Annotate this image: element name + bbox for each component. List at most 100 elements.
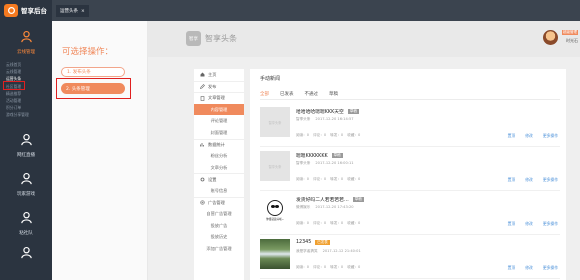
stat-fav: 收藏：0	[347, 265, 361, 269]
home-icon	[200, 72, 205, 77]
edit-link[interactable]: 修改	[525, 265, 533, 271]
more-link[interactable]: 更多操作	[543, 177, 558, 183]
article-meta: 微博娱乐 2017-12-20 17:43:20	[296, 205, 354, 210]
status-badge: 草稿	[352, 197, 364, 202]
subnav-item[interactable]: 精选推荐	[6, 90, 52, 97]
toutiao-panel: 智享 智享头条 超级管理 时光石 主页 发布 文章管理 内容管理 评论管理 封面…	[148, 21, 580, 280]
meme-caption: 你懂就是好啦~	[266, 217, 284, 221]
article-meta: 智享头条 2017-12-20 16:14:57	[296, 117, 354, 122]
menu-item-home[interactable]: 主页	[194, 69, 244, 81]
avatar[interactable]	[543, 30, 558, 45]
subnav-item[interactable]: 游戏分享管理	[6, 111, 52, 118]
chart-icon	[200, 143, 204, 147]
app-root: 智享后台 云线管理 云线首页 云线管理 运营头条 社区管理 精选推荐 活动管理 …	[0, 0, 580, 280]
menu-item-ad-history[interactable]: 投放历史	[194, 231, 244, 243]
menu-item-fans[interactable]: 粉丝分析	[194, 150, 244, 162]
menu-item-ads[interactable]: 广告管理	[194, 196, 244, 209]
role-badge: 超级管理	[562, 30, 578, 35]
nav-yunxian[interactable]: 云线管理	[0, 20, 52, 59]
menu-item-article-analysis[interactable]: 文章分析	[194, 162, 244, 174]
brand-name: 智享头条	[205, 34, 237, 43]
subnav-list: 云线首页 云线管理 运营头条 社区管理 精选推荐 活动管理 积分订单 游戏分享管…	[0, 59, 52, 123]
edit-link[interactable]: 修改	[525, 177, 533, 183]
subnav-item[interactable]: 积分订单	[6, 104, 52, 111]
doc-icon	[200, 96, 205, 101]
edit-link[interactable]: 修改	[525, 133, 533, 139]
article-row[interactable]: 12345 已发表 我是学者搞笑 2017-12-12 21:40:01 阅读：…	[260, 235, 560, 279]
article-row[interactable]: 智享头条 哈哈哈哈嗯嗯KKK天空 草稿 智享头条 2017-12-20 16:1…	[260, 103, 560, 147]
article-title[interactable]: 哈哈哈哈嗯嗯KKK天空 草稿	[296, 108, 359, 115]
step-manage-button[interactable]: 2. 头条管理	[61, 83, 125, 94]
pin-link[interactable]: 置顶	[508, 133, 516, 139]
status-badge: 草稿	[331, 153, 343, 158]
menu-label: 广告管理	[208, 199, 225, 205]
menu-item-covers[interactable]: 封面管理	[194, 127, 244, 139]
article-row[interactable]: 你懂就是好啦~ 发货好吗二人若若若若… 草稿 微博娱乐 2017-12-20 1…	[260, 191, 560, 235]
subnav-item[interactable]: 活动管理	[6, 97, 52, 104]
user-name[interactable]: 时光石	[566, 38, 578, 44]
stat-fav: 收藏：0	[347, 221, 361, 225]
article-thumbnail	[260, 239, 290, 269]
user-icon	[20, 172, 32, 184]
nav-label: 玩家游戏	[17, 191, 35, 197]
article-author: 智享头条	[296, 161, 311, 165]
brand-bar: 智享 智享头条 超级管理 时光石	[148, 21, 580, 57]
stat-comment: 评论：0	[313, 265, 327, 269]
row-actions: 置顶 修改 更多操作	[508, 221, 558, 227]
menu-item-comments[interactable]: 评论管理	[194, 115, 244, 127]
nav-team[interactable]: 粘社队	[0, 201, 52, 240]
thumb-placeholder: 智享头条	[268, 164, 282, 169]
menu-item-account[interactable]: 账号信息	[194, 185, 244, 197]
nav-games[interactable]: 玩家游戏	[0, 162, 52, 201]
article-stats: 阅读：0 评论：0 转发：0 收藏：0	[296, 265, 360, 270]
more-link[interactable]: 更多操作	[543, 133, 558, 139]
user-icon	[20, 30, 32, 43]
article-title[interactable]: 嗯嗯KKKKKKK 草稿	[296, 152, 343, 159]
step-publish-button[interactable]: 1. 发布头条	[61, 67, 125, 77]
highlight-box	[3, 81, 25, 90]
article-title-text: 嗯嗯KKKKKKK	[296, 154, 328, 159]
article-meta: 我是学者搞笑 2017-12-12 21:40:01	[296, 249, 361, 254]
nav-more[interactable]	[0, 240, 52, 267]
menu-item-place-ads[interactable]: 投放广告	[194, 220, 244, 232]
menu-item-own-ads[interactable]: 自营广告管理	[194, 208, 244, 220]
subnav-item[interactable]: 云线管理	[6, 68, 52, 75]
menu-item-publish[interactable]: 发布	[194, 80, 244, 93]
article-title[interactable]: 发货好吗二人若若若若… 草稿	[296, 196, 364, 203]
ad-icon	[200, 200, 205, 205]
pin-link[interactable]: 置顶	[508, 177, 516, 183]
nav-live[interactable]: 网红直播	[0, 123, 52, 162]
edit-icon	[200, 84, 205, 90]
content-menu: 主页 发布 文章管理 内容管理 评论管理 封面管理 数据统计 粉丝分析 文章分析…	[194, 69, 244, 280]
article-time: 2017-12-12 21:40:01	[322, 249, 361, 253]
gear-icon	[200, 177, 205, 182]
status-badge: 草稿	[347, 109, 359, 114]
stat-fav: 收藏：0	[347, 133, 361, 137]
tab-bar: 运营头条 ×	[52, 0, 580, 21]
user-icon	[20, 211, 32, 223]
stat-share: 转发：0	[330, 133, 344, 137]
article-time: 2017-12-20 17:43:20	[315, 205, 354, 209]
menu-label: 数据统计	[208, 141, 225, 147]
divider	[260, 99, 560, 100]
pin-link[interactable]: 置顶	[508, 221, 516, 227]
stat-read: 阅读：0	[296, 221, 310, 225]
menu-item-stats[interactable]: 数据统计	[194, 138, 244, 151]
stat-fav: 收藏：0	[347, 177, 361, 181]
close-icon[interactable]: ×	[81, 9, 85, 14]
logo[interactable]: 智享后台	[0, 0, 52, 20]
edit-link[interactable]: 修改	[525, 221, 533, 227]
menu-item-settings[interactable]: 设置	[194, 173, 244, 185]
menu-item-add-ads[interactable]: 添加广告管理	[194, 243, 244, 255]
menu-item-content-manage[interactable]: 内容管理	[194, 103, 244, 116]
pin-link[interactable]: 置顶	[508, 265, 516, 271]
menu-item-articles[interactable]: 文章管理	[194, 92, 244, 104]
more-link[interactable]: 更多操作	[543, 221, 558, 227]
article-title-text: 哈哈哈哈嗯嗯KKK天空	[296, 110, 344, 115]
tab-toutiao[interactable]: 运营头条 ×	[56, 5, 89, 17]
subnav-item[interactable]: 云线首页	[6, 61, 52, 68]
article-title[interactable]: 12345 已发表	[296, 240, 330, 245]
article-thumbnail: 智享头条	[260, 151, 290, 181]
article-row[interactable]: 智享头条 嗯嗯KKKKKKK 草稿 智享头条 2017-12-20 16:00:…	[260, 147, 560, 191]
more-link[interactable]: 更多操作	[543, 265, 558, 271]
